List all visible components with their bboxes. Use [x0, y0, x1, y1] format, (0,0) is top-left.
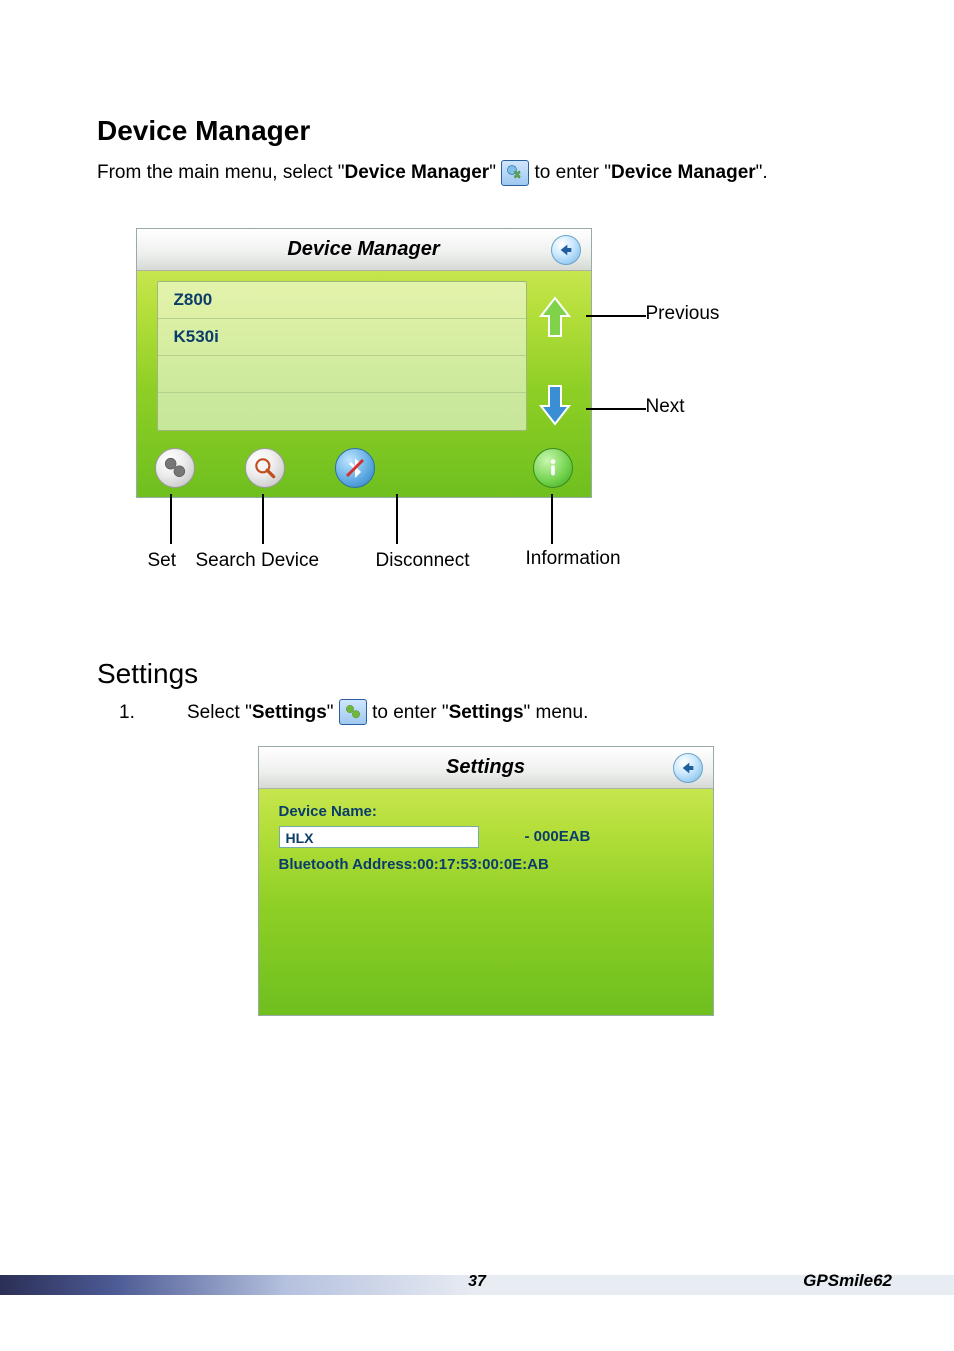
bluetooth-address: Bluetooth Address:00:17:53:00:0E:AB	[279, 856, 693, 873]
previous-button[interactable]	[533, 293, 577, 343]
intro-text-2: "	[489, 162, 501, 183]
callout-search-device: Search Device	[196, 550, 320, 572]
step-bold-2: Settings	[449, 702, 524, 723]
callout-previous: Previous	[646, 303, 720, 325]
device-list-item[interactable]: K530i	[158, 319, 526, 356]
step-number: 1.	[119, 698, 187, 728]
step-text: Select "	[187, 702, 252, 723]
callout-disconnect-label: Disconnect	[376, 550, 470, 571]
device-list-item[interactable]: Z800	[158, 282, 526, 319]
step-bold-1: Settings	[252, 702, 327, 723]
callout-next-label: Next	[646, 396, 685, 417]
device-name-label: Device Name:	[279, 803, 693, 820]
callout-disconnect: Disconnect	[376, 550, 470, 572]
callout-set: Set	[148, 550, 177, 572]
settings-body: Device Name: HLX - 000EAB Bluetooth Addr…	[259, 789, 713, 887]
step-text-2: "	[327, 702, 339, 723]
back-button[interactable]	[551, 235, 581, 265]
device-list-item[interactable]	[158, 393, 526, 430]
intro-text-4: ".	[756, 162, 768, 183]
step-text-3: to enter "	[367, 702, 449, 723]
callout-set-label: Set	[148, 550, 177, 571]
device-list: Z800 K530i	[157, 281, 527, 431]
section-title-device-manager: Device Manager	[97, 115, 874, 147]
device-toolbar	[137, 439, 591, 497]
footer-brand: GPSmile62	[803, 1271, 892, 1291]
page-number: 37	[468, 1273, 486, 1291]
settings-icon	[339, 699, 367, 725]
intro-bold-1: Device Manager	[345, 162, 490, 183]
device-manager-icon	[501, 160, 529, 186]
callout-information-label: Information	[526, 548, 621, 569]
callout-next: Next	[646, 396, 685, 418]
device-ui-header: Device Manager	[137, 229, 591, 271]
step-text-4: " menu.	[524, 702, 589, 723]
next-button[interactable]	[533, 379, 577, 429]
callout-information: Information	[526, 548, 621, 570]
settings-ui-header: Settings	[259, 747, 713, 789]
settings-step-1: 1. Select "Settings" to enter "Settings"…	[97, 698, 874, 728]
callout-previous-label: Previous	[646, 303, 720, 324]
settings-screenshot: Settings Device Name: HLX - 000EAB Bluet…	[258, 746, 714, 1016]
intro-paragraph: From the main menu, select "Device Manag…	[97, 159, 874, 188]
device-name-input[interactable]: HLX	[279, 826, 479, 848]
back-button[interactable]	[673, 753, 703, 783]
device-name-suffix: - 000EAB	[525, 828, 591, 845]
device-ui-title: Device Manager	[287, 238, 439, 261]
device-manager-screenshot: Device Manager Z800 K530i	[136, 228, 592, 498]
search-icon[interactable]	[245, 448, 285, 488]
section-title-settings: Settings	[97, 658, 874, 690]
intro-text: From the main menu, select "	[97, 162, 345, 183]
intro-text-3: to enter "	[529, 162, 611, 183]
device-list-item[interactable]	[158, 356, 526, 393]
set-icon[interactable]	[155, 448, 195, 488]
disconnect-icon[interactable]	[335, 448, 375, 488]
settings-ui-title: Settings	[446, 756, 525, 779]
callout-search-label: Search Device	[196, 550, 320, 571]
information-icon[interactable]	[533, 448, 573, 488]
intro-bold-2: Device Manager	[611, 162, 756, 183]
